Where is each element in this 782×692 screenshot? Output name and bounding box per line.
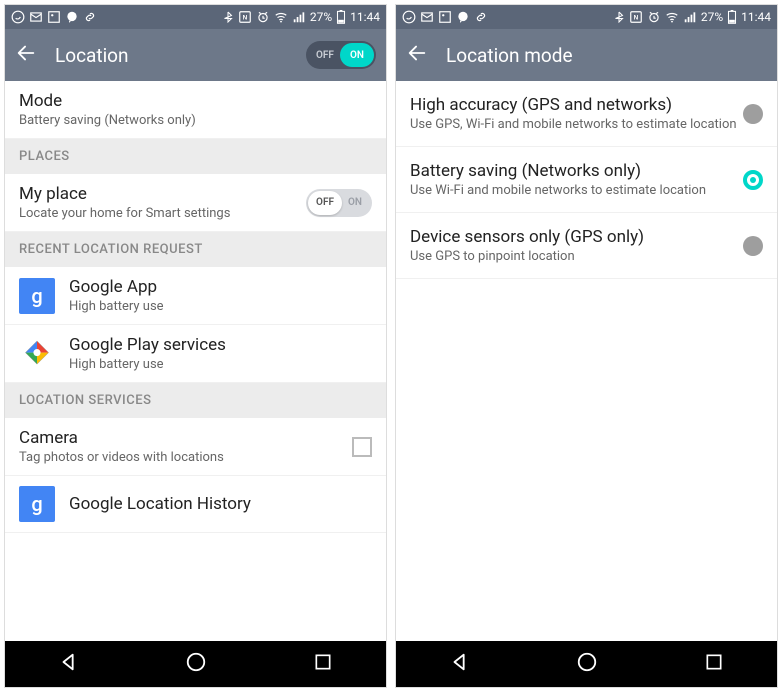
content-area: High accuracy (GPS and networks) Use GPS… [396,81,777,641]
option-title: Battery saving (Networks only) [410,161,743,181]
google-icon: g [19,278,55,314]
whatsapp-icon [402,10,416,24]
recent-row[interactable]: g Google App High battery use [5,267,386,325]
nfc-icon: N [238,10,252,24]
option-title: High accuracy (GPS and networks) [410,95,743,115]
battery-pct: 27% [701,10,723,24]
section-recent: RECENT LOCATION REQUEST [5,232,386,267]
play-services-icon [19,336,55,372]
image-icon [47,10,61,24]
app-bar: Location mode [396,29,777,81]
option-sub: Use Wi-Fi and mobile networks to estimat… [410,183,743,198]
svg-text:N: N [634,14,639,21]
recent-sub: High battery use [69,357,372,372]
service-sub: Tag photos or videos with locations [19,450,352,465]
camera-checkbox[interactable] [352,437,372,457]
link-icon [474,10,488,24]
radio-button-selected[interactable] [743,170,763,190]
bluetooth-icon [613,11,625,23]
service-row[interactable]: g Google Location History [5,476,386,533]
toggle-off-knob: OFF [308,191,342,215]
nav-back-icon[interactable] [449,651,471,677]
battery-icon [727,10,737,24]
back-icon[interactable] [15,42,37,68]
nfc-icon: N [629,10,643,24]
mode-option-row[interactable]: Battery saving (Networks only) Use Wi-Fi… [396,147,777,213]
battery-pct: 27% [310,10,332,24]
page-title: Location mode [446,44,573,67]
myplace-toggle[interactable]: OFF ON [306,189,372,217]
google-icon: g [19,486,55,522]
nav-home-icon[interactable] [185,651,207,677]
mode-sub: Battery saving (Networks only) [19,113,372,128]
chat-icon [65,10,79,24]
signal-icon [292,10,306,24]
alarm-icon [256,10,270,24]
option-title: Device sensors only (GPS only) [410,227,743,247]
section-services: LOCATION SERVICES [5,383,386,418]
clock-text: 11:44 [741,10,771,24]
chat-icon [456,10,470,24]
wifi-icon [274,10,288,24]
image-icon [438,10,452,24]
nav-recent-icon[interactable] [313,652,333,676]
nav-home-icon[interactable] [576,651,598,677]
mode-option-row[interactable]: High accuracy (GPS and networks) Use GPS… [396,81,777,147]
service-row[interactable]: Camera Tag photos or videos with locatio… [5,418,386,476]
mode-option-row[interactable]: Device sensors only (GPS only) Use GPS t… [396,213,777,279]
battery-icon [336,10,346,24]
radio-button[interactable] [743,236,763,256]
bluetooth-icon [222,11,234,23]
phone-left: N 27% 11:44 Location OFF ON Mode Battery… [4,4,387,688]
section-places: PLACES [5,139,386,174]
nav-bar [5,641,386,687]
mode-title: Mode [19,91,372,111]
location-toggle[interactable]: OFF ON [306,41,376,69]
toggle-on-label: ON [348,197,362,208]
signal-icon [683,10,697,24]
option-sub: Use GPS, Wi-Fi and mobile networks to es… [410,117,743,132]
myplace-row[interactable]: My place Locate your home for Smart sett… [5,174,386,232]
nav-bar [396,641,777,687]
clock-text: 11:44 [350,10,380,24]
status-bar: N 27% 11:44 [5,5,386,29]
myplace-title: My place [19,184,306,204]
whatsapp-icon [11,10,25,24]
alarm-icon [647,10,661,24]
service-title: Google Location History [69,494,372,514]
link-icon [83,10,97,24]
status-bar: N 27% 11:44 [396,5,777,29]
recent-row[interactable]: Google Play services High battery use [5,325,386,383]
mode-row[interactable]: Mode Battery saving (Networks only) [5,81,386,139]
radio-button[interactable] [743,104,763,124]
toggle-on-knob: ON [340,43,374,67]
page-title: Location [55,44,129,67]
myplace-sub: Locate your home for Smart settings [19,206,306,221]
recent-title: Google Play services [69,335,372,355]
app-bar: Location OFF ON [5,29,386,81]
service-title: Camera [19,428,352,448]
content-area: Mode Battery saving (Networks only) PLAC… [5,81,386,641]
recent-sub: High battery use [69,299,372,314]
recent-title: Google App [69,277,372,297]
back-icon[interactable] [406,42,428,68]
mail-icon [420,10,434,24]
phone-right: N 27% 11:44 Location mode High accuracy … [395,4,778,688]
mail-icon [29,10,43,24]
nav-back-icon[interactable] [58,651,80,677]
option-sub: Use GPS to pinpoint location [410,249,743,264]
nav-recent-icon[interactable] [704,652,724,676]
toggle-off-label: OFF [316,50,334,61]
svg-text:N: N [243,14,248,21]
wifi-icon [665,10,679,24]
